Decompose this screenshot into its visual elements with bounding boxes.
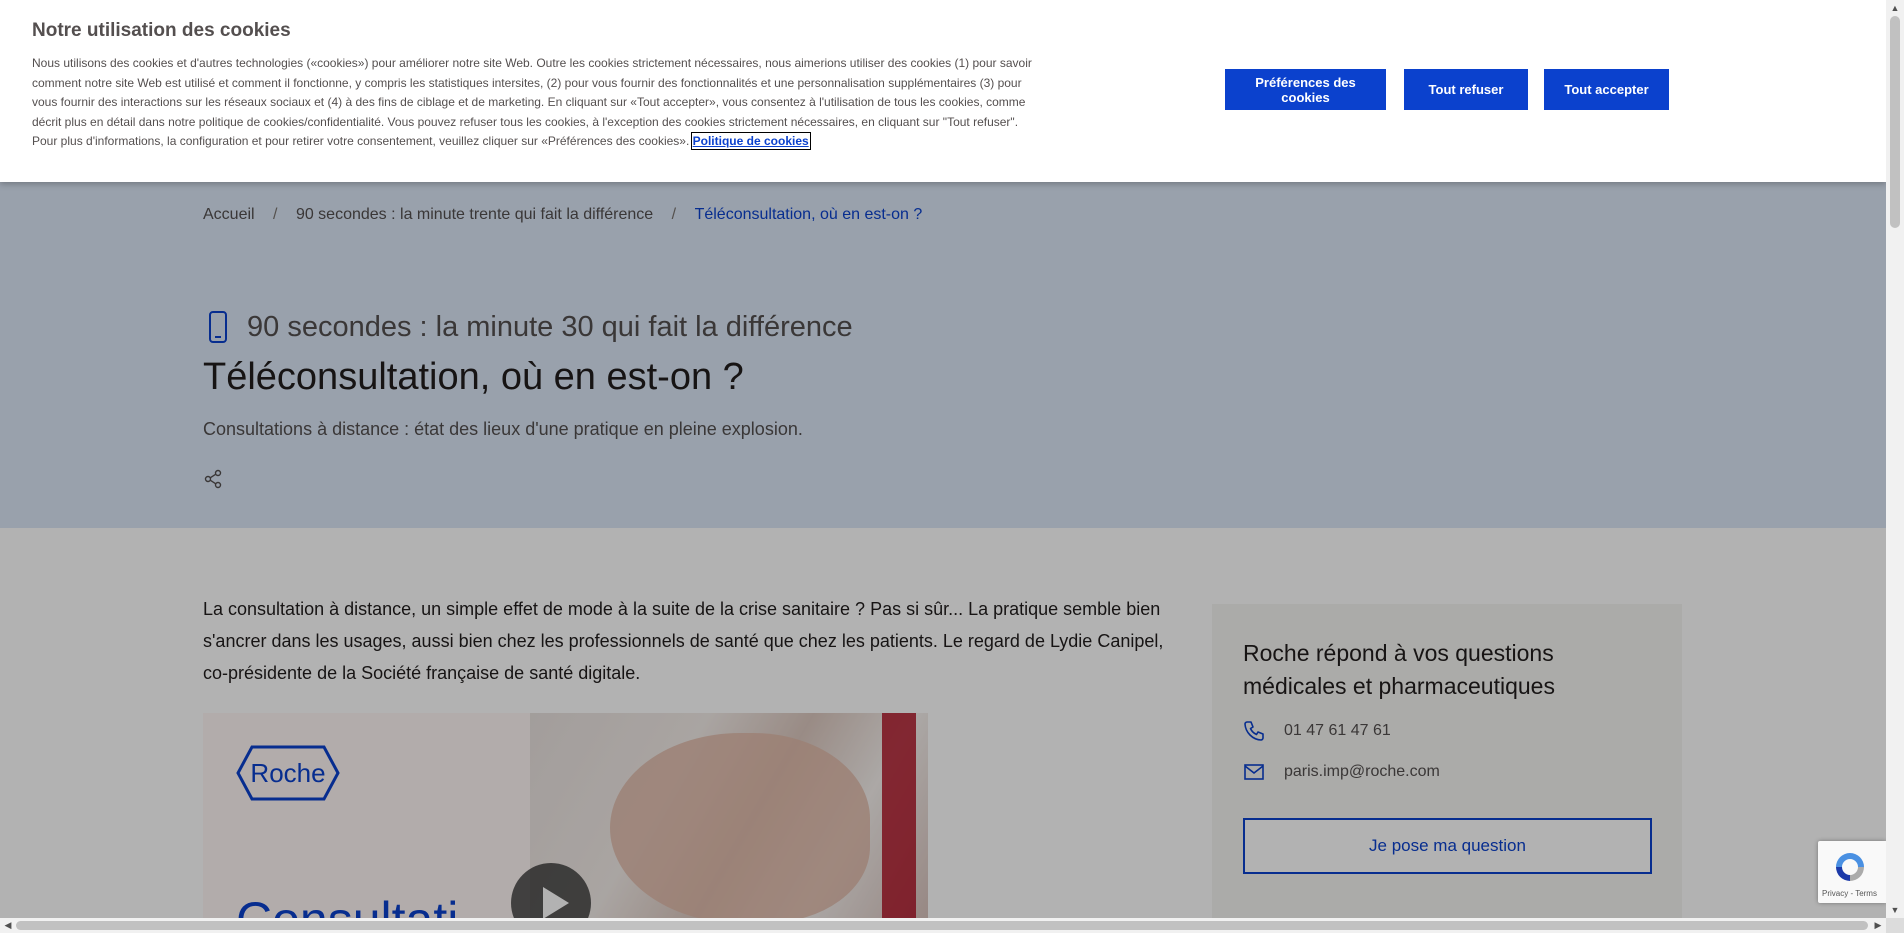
scroll-down-arrow[interactable]: ▼ (1886, 902, 1904, 918)
refuse-all-button[interactable]: Tout refuser (1404, 69, 1528, 110)
page: Accueil / 90 secondes : la minute trente… (0, 0, 1886, 918)
scroll-left-arrow[interactable]: ◀ (0, 918, 16, 933)
horizontal-scroll-thumb[interactable] (16, 921, 1868, 930)
vertical-scrollbar[interactable]: ▲ ▼ (1886, 0, 1904, 918)
cookie-banner-body: Nous utilisons des cookies et d'autres t… (32, 56, 1032, 149)
scrollbar-corner (1886, 918, 1904, 933)
cookie-banner: Notre utilisation des cookies Nous utili… (0, 0, 1886, 182)
cookie-preferences-button[interactable]: Préférences des cookies (1225, 69, 1386, 110)
cookie-banner-text: Nous utilisons des cookies et d'autres t… (32, 54, 1032, 152)
recaptcha-badge[interactable]: Privacy - Terms (1818, 841, 1886, 903)
recaptcha-links[interactable]: Privacy - Terms (1822, 889, 1877, 898)
cookie-banner-title: Notre utilisation des cookies (32, 20, 291, 41)
vertical-scroll-thumb[interactable] (1890, 16, 1900, 228)
scroll-right-arrow[interactable]: ▶ (1870, 918, 1886, 933)
horizontal-scrollbar[interactable]: ◀ ▶ (0, 918, 1886, 933)
scroll-up-arrow[interactable]: ▲ (1886, 0, 1904, 16)
cookie-policy-link[interactable]: Politique de cookies (690, 132, 811, 151)
accept-all-button[interactable]: Tout accepter (1544, 69, 1669, 110)
recaptcha-icon (1836, 853, 1864, 881)
